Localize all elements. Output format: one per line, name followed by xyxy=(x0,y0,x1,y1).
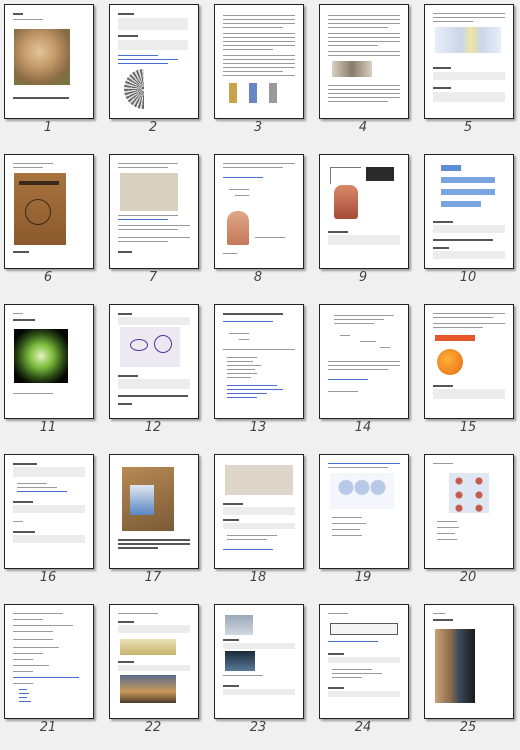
page-thumbnail-1[interactable] xyxy=(4,4,94,119)
photo-dark-scene xyxy=(225,651,255,671)
page-number: 17 xyxy=(144,570,162,585)
page-thumbnail-18[interactable] xyxy=(214,454,304,569)
page-number: 18 xyxy=(249,570,267,585)
page-number: 11 xyxy=(39,420,57,435)
page-thumbnail-14[interactable] xyxy=(319,304,409,419)
thumbnail-cell: 2 xyxy=(109,4,203,150)
thumbnail-cell: 14 xyxy=(319,304,413,450)
thumbnail-cell: 18 xyxy=(214,454,308,600)
page-number: 21 xyxy=(39,720,57,735)
diagram-figure xyxy=(435,27,501,53)
page-thumbnail-8[interactable] xyxy=(214,154,304,269)
photo-sketch xyxy=(120,173,178,211)
flowchart xyxy=(435,165,501,211)
page-number: 1 xyxy=(43,120,53,135)
photo-orange xyxy=(437,349,463,375)
thumbnail-cell: 13 xyxy=(214,304,308,450)
photo-hair xyxy=(14,29,70,85)
page-number: 10 xyxy=(459,270,477,285)
thumbnail-cell: 24 xyxy=(319,604,413,750)
thumbnail-cell: 6 xyxy=(4,154,98,300)
page-thumbnail-17[interactable] xyxy=(109,454,199,569)
anatomy-figure xyxy=(227,211,249,245)
thumbnail-cell: 17 xyxy=(109,454,203,600)
page-number: 15 xyxy=(459,420,477,435)
page-thumbnail-13[interactable] xyxy=(214,304,304,419)
page-thumbnail-9[interactable] xyxy=(319,154,409,269)
photo-dark xyxy=(366,167,394,181)
page-number: 25 xyxy=(459,720,477,735)
page-number: 24 xyxy=(354,720,372,735)
thumbnail-cell: 9 xyxy=(319,154,413,300)
photo-wall xyxy=(435,629,475,703)
page-thumbnail-15[interactable] xyxy=(424,304,514,419)
photo-sunset xyxy=(120,675,176,703)
diagram-semicircle xyxy=(124,69,144,109)
thumbnail-cell: 4 xyxy=(319,4,413,150)
photo-building xyxy=(225,615,253,635)
page-number: 9 xyxy=(358,270,368,285)
thumbnail-cell: 8 xyxy=(214,154,308,300)
page-number: 22 xyxy=(144,720,162,735)
page-thumbnail-grid: 1 2 3 4 5 6 7 8 9 10 11 12 13 14 15 16 1… xyxy=(0,0,520,741)
page-thumbnail-5[interactable] xyxy=(424,4,514,119)
page-thumbnail-3[interactable] xyxy=(214,4,304,119)
page-thumbnail-6[interactable] xyxy=(4,154,94,269)
page-number: 12 xyxy=(144,420,162,435)
page-number: 16 xyxy=(39,570,57,585)
thumbnail-cell: 25 xyxy=(424,604,518,750)
page-thumbnail-7[interactable] xyxy=(109,154,199,269)
page-number: 3 xyxy=(253,120,263,135)
page-number: 8 xyxy=(253,270,263,285)
page-thumbnail-19[interactable] xyxy=(319,454,409,569)
page-number: 4 xyxy=(358,120,368,135)
page-thumbnail-16[interactable] xyxy=(4,454,94,569)
page-thumbnail-21[interactable] xyxy=(4,604,94,719)
thumbnail-cell: 10 xyxy=(424,154,518,300)
page-number: 7 xyxy=(148,270,158,285)
thumbnail-cell: 12 xyxy=(109,304,203,450)
thumbnail-cell: 23 xyxy=(214,604,308,750)
photo-plant xyxy=(14,329,68,383)
page-thumbnail-23[interactable] xyxy=(214,604,304,719)
page-number: 19 xyxy=(354,570,372,585)
photo-field xyxy=(120,639,176,655)
thumbnail-cell: 21 xyxy=(4,604,98,750)
page-number: 23 xyxy=(249,720,267,735)
diagram-bar xyxy=(330,623,398,635)
thumbnail-cell: 11 xyxy=(4,304,98,450)
thumbnail-cell: 16 xyxy=(4,454,98,600)
page-thumbnail-24[interactable] xyxy=(319,604,409,719)
page-thumbnail-22[interactable] xyxy=(109,604,199,719)
page-thumbnail-11[interactable] xyxy=(4,304,94,419)
page-thumbnail-20[interactable] xyxy=(424,454,514,569)
thumbnail-cell: 1 xyxy=(4,4,98,150)
page-thumbnail-10[interactable] xyxy=(424,154,514,269)
thumbnail-cell: 19 xyxy=(319,454,413,600)
page-thumbnail-25[interactable] xyxy=(424,604,514,719)
thumbnail-cell: 7 xyxy=(109,154,203,300)
photo-diagram xyxy=(332,61,372,77)
diagram-cells xyxy=(330,473,394,509)
page-number: 13 xyxy=(249,420,267,435)
thumbnail-cell: 15 xyxy=(424,304,518,450)
page-thumbnail-2[interactable] xyxy=(109,4,199,119)
diagram-eyes xyxy=(449,473,489,513)
thumbnail-cell: 22 xyxy=(109,604,203,750)
page-thumbnail-12[interactable] xyxy=(109,304,199,419)
page-number: 2 xyxy=(148,120,158,135)
orange-banner xyxy=(435,335,475,341)
thumbnail-cell: 3 xyxy=(214,4,308,150)
thumbnail-cell: 5 xyxy=(424,4,518,150)
page-number: 5 xyxy=(463,120,473,135)
thumbnail-cell: 20 xyxy=(424,454,518,600)
diagram-network xyxy=(330,167,361,184)
anatomy-torso xyxy=(334,185,358,219)
page-thumbnail-4[interactable] xyxy=(319,4,409,119)
page-number: 6 xyxy=(43,270,53,285)
page-number: 20 xyxy=(459,570,477,585)
photo-sketch xyxy=(225,465,293,495)
page-number: 14 xyxy=(354,420,372,435)
